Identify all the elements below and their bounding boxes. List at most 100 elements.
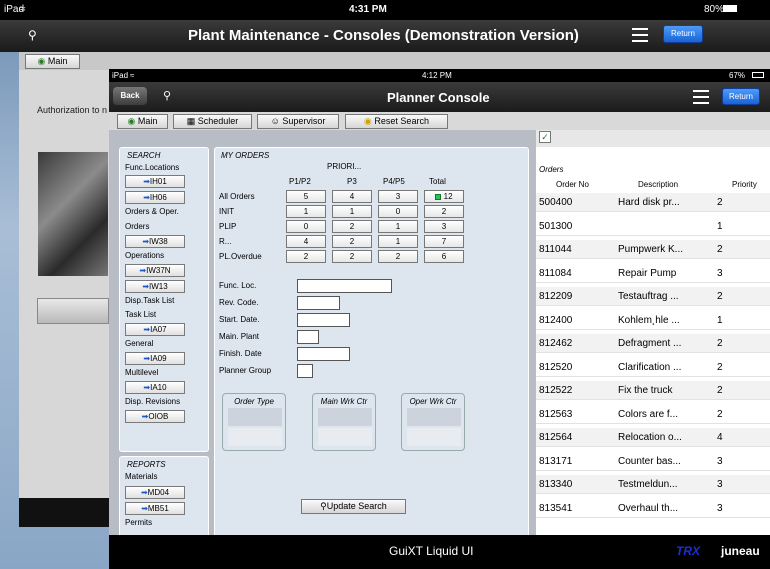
order-type-list-2 <box>228 428 282 446</box>
main-button[interactable]: ◉ Main <box>117 114 168 129</box>
ih01-button[interactable]: ➡IH01 <box>125 175 185 188</box>
back-action-bar[interactable] <box>37 298 109 324</box>
all-orders-total[interactable]: 12 <box>424 190 464 203</box>
menu-icon[interactable] <box>632 28 648 46</box>
order-no-cell: 812564 <box>539 432 573 443</box>
table-row[interactable]: 812563 Colors are f... 2 <box>536 404 770 424</box>
trx-logo: TRX <box>676 544 700 558</box>
oiob-button[interactable]: ➡OIOB <box>125 410 185 423</box>
finish-date-input[interactable] <box>297 347 350 361</box>
console-title: Planner Console <box>387 90 490 105</box>
table-row[interactable]: 812564 Relocation o... 4 <box>536 428 770 447</box>
pl-overdue-p3[interactable]: 2 <box>332 250 372 263</box>
menu-icon[interactable] <box>693 90 709 108</box>
return-button[interactable]: Return <box>722 88 760 105</box>
iw38-button[interactable]: ➡IW38 <box>125 235 185 248</box>
plip-total[interactable]: 3 <box>424 220 464 233</box>
arrow-right-icon: ➡ <box>142 237 150 246</box>
ia10-button[interactable]: ➡IA10 <box>125 381 185 394</box>
all-orders-p3[interactable]: 4 <box>332 190 372 203</box>
reset-search-button[interactable]: ◉ Reset Search <box>345 114 448 129</box>
update-search-button[interactable]: ⚲Update Search <box>301 499 406 514</box>
table-row[interactable]: 813541 Overhaul th... 3 <box>536 498 770 518</box>
checkmark-icon[interactable]: ✓ <box>539 131 551 143</box>
plip-p3[interactable]: 2 <box>332 220 372 233</box>
start-date-input[interactable] <box>297 313 350 327</box>
device-label: iPad <box>112 71 129 80</box>
func-loc-input[interactable] <box>297 279 392 293</box>
pl-overdue-total[interactable]: 6 <box>424 250 464 263</box>
iw37n-button[interactable]: ➡IW37N <box>125 264 185 277</box>
oper-wrk-ctr-list-2 <box>407 428 461 446</box>
order-no-cell: 812520 <box>539 361 573 373</box>
pl-overdue-p4p5[interactable]: 2 <box>378 250 418 263</box>
main-button[interactable]: ◉ Main <box>25 54 80 69</box>
priority-cell: 3 <box>717 479 723 490</box>
table-row[interactable]: 812209 Testauftrag ... 2 <box>536 287 770 306</box>
init-p3[interactable]: 1 <box>332 205 372 218</box>
footer-title: GuiXT Liquid UI <box>389 544 474 558</box>
r-total[interactable]: 7 <box>424 235 464 248</box>
table-row[interactable]: 813171 Counter bas... 3 <box>536 451 770 471</box>
col-p4p5: P4/P5 <box>383 177 405 186</box>
order-no-cell: 812400 <box>539 314 573 326</box>
order-no-cell: 812209 <box>539 291 573 302</box>
rev-code-input[interactable] <box>297 296 340 310</box>
oper-wrk-ctr-group[interactable]: Oper Wrk Ctr <box>401 393 465 451</box>
ia07-button[interactable]: ➡IA07 <box>125 323 185 336</box>
back-navbar: ⚲ Plant Maintenance - Consoles (Demonstr… <box>0 20 770 52</box>
battery-icon <box>723 5 737 12</box>
planner-group-input[interactable] <box>297 364 313 378</box>
plip-p1p2[interactable]: 0 <box>286 220 326 233</box>
green-status-icon <box>435 193 442 200</box>
mb51-button[interactable]: ➡MB51 <box>125 502 185 515</box>
search-icon[interactable]: ⚲ <box>163 89 171 102</box>
order-type-group[interactable]: Order Type <box>222 393 286 451</box>
status-time: 4:12 PM <box>422 71 452 80</box>
scheduler-button[interactable]: ▦ Scheduler <box>173 114 252 129</box>
init-p4p5[interactable]: 0 <box>378 205 418 218</box>
all-orders-p1p2[interactable]: 5 <box>286 190 326 203</box>
arrow-right-icon: ➡ <box>143 193 150 202</box>
init-total[interactable]: 2 <box>424 205 464 218</box>
table-row[interactable]: 811044 Pumpwerk K... 2 <box>536 240 770 259</box>
description-cell: Defragment ... <box>618 338 682 349</box>
ih06-button[interactable]: ➡IH06 <box>125 191 185 204</box>
func-locations-label: Func.Locations <box>125 163 180 172</box>
description-cell: Repair Pump <box>618 267 677 279</box>
main-button-label: Main <box>47 56 68 66</box>
reports-panel: REPORTS Materials ➡MD04 ➡MB51 Permits <box>119 456 209 541</box>
r-p4p5[interactable]: 1 <box>378 235 418 248</box>
arrow-right-icon: ➡ <box>143 177 150 186</box>
table-row[interactable]: 812522 Fix the truck 2 <box>536 381 770 400</box>
iw13-button[interactable]: ➡IW13 <box>125 280 185 293</box>
ia09-button[interactable]: ➡IA09 <box>125 352 185 365</box>
plip-p4p5[interactable]: 1 <box>378 220 418 233</box>
back-button[interactable]: Back <box>113 87 147 105</box>
table-row[interactable]: 812462 Defragment ... 2 <box>536 334 770 353</box>
main-plant-input[interactable] <box>297 330 319 344</box>
mb51-label: MB51 <box>147 504 169 513</box>
search-panel: SEARCH Func.Locations ➡IH01 ➡IH06 Orders… <box>119 147 209 452</box>
main-wrk-ctr-group[interactable]: Main Wrk Ctr <box>312 393 376 451</box>
init-p1p2[interactable]: 1 <box>286 205 326 218</box>
return-button[interactable]: Return <box>663 25 703 43</box>
md04-button[interactable]: ➡MD04 <box>125 486 185 499</box>
r-p1p2[interactable]: 4 <box>286 235 326 248</box>
ia10-label: IA10 <box>150 383 167 392</box>
table-row[interactable]: 500400 Hard disk pr... 2 <box>536 193 770 212</box>
search-icon[interactable]: ⚲ <box>28 28 37 42</box>
table-row[interactable]: 812520 Clarification ... 2 <box>536 357 770 377</box>
description-cell: Kohlem¸hle ... <box>618 314 680 326</box>
table-row[interactable]: 811084 Repair Pump 3 <box>536 263 770 283</box>
all-orders-p4p5[interactable]: 3 <box>378 190 418 203</box>
pl-overdue-p1p2[interactable]: 2 <box>286 250 326 263</box>
supervisor-button[interactable]: ☺ Supervisor <box>257 114 339 129</box>
orders-label: Orders <box>125 222 150 231</box>
table-row[interactable]: 813340 Testmeldun... 3 <box>536 475 770 494</box>
all-orders-total-value: 12 <box>443 192 453 201</box>
home-icon: ◉ <box>37 56 46 66</box>
r-p3[interactable]: 2 <box>332 235 372 248</box>
table-row[interactable]: 812400 Kohlem¸hle ... 1 <box>536 310 770 330</box>
table-row[interactable]: 501300 1 <box>536 216 770 236</box>
